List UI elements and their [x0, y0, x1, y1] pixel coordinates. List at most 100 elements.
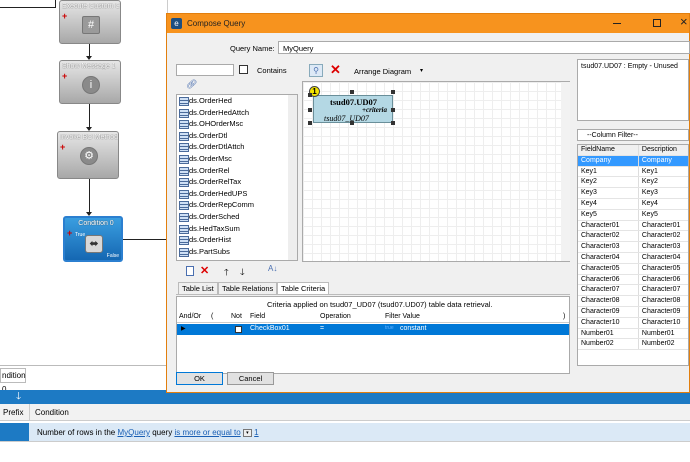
- table-list-item[interactable]: ds.OrderHedUPS: [177, 188, 297, 200]
- table-list-item[interactable]: ds.OrderDtl: [177, 130, 297, 142]
- minimize-icon[interactable]: [613, 23, 621, 24]
- tab-table-criteria[interactable]: Table Criteria: [277, 282, 330, 294]
- bottom-status-strip: [0, 441, 690, 462]
- table-list-item[interactable]: ds.OrderDtlAttch: [177, 141, 297, 153]
- workflow-node-invoke-bo-method[interactable]: Invoke BO Method + ⚙: [57, 131, 119, 179]
- column-row[interactable]: Character01 Character01: [578, 220, 688, 232]
- expand-plus-icon[interactable]: +: [60, 143, 65, 152]
- resize-handle[interactable]: [391, 108, 395, 112]
- table-list-item[interactable]: ds.OrderRel: [177, 165, 297, 177]
- column-row[interactable]: Character07 Character07: [578, 285, 688, 297]
- query-name-input[interactable]: MyQuery: [278, 41, 690, 54]
- contains-checkbox[interactable]: [239, 65, 248, 74]
- condition-row[interactable]: Number of rows in the MyQuery query is m…: [0, 423, 690, 441]
- tab-table-relations[interactable]: Table Relations: [218, 282, 278, 294]
- criteria-column-header: Operation: [320, 313, 351, 320]
- delete-icon[interactable]: ✕: [330, 62, 341, 78]
- column-row[interactable]: Number02 Number02: [578, 339, 688, 351]
- table-list[interactable]: ds.OrderHed ds.OrderHedAttch ds.OHOrderMsc…: [176, 94, 298, 261]
- resize-handle[interactable]: [391, 90, 395, 94]
- table-list-item[interactable]: ds.OrderSched: [177, 211, 297, 223]
- resize-handle[interactable]: [391, 121, 395, 125]
- column-filter-input[interactable]: --Column Filter--: [577, 129, 689, 141]
- diagram-table-node[interactable]: tsud07.UD07 +criteria tsud07_UD07: [313, 95, 393, 123]
- column-row[interactable]: Character03 Character03: [578, 242, 688, 253]
- criteria-header-row: And/Or (Not Field Operation Filter Value): [177, 312, 569, 323]
- column-description: Key1: [641, 167, 658, 175]
- column-row[interactable]: Key5 Key5: [578, 209, 688, 221]
- column-row[interactable]: Character02 Character02: [578, 231, 688, 243]
- expand-plus-icon[interactable]: +: [62, 72, 67, 81]
- table-list-item[interactable]: ds.OrderMsc: [177, 153, 297, 165]
- maximize-icon[interactable]: [653, 19, 661, 27]
- new-document-icon[interactable]: [186, 266, 194, 276]
- diagram-scrollbar[interactable]: [561, 82, 570, 261]
- column-row[interactable]: Character06 Character06: [578, 274, 688, 286]
- workflow-node-condition[interactable]: Condition 0 + True ⬌ False: [63, 216, 123, 262]
- close-icon[interactable]: ×: [680, 15, 688, 29]
- column-fieldname: Character09: [578, 306, 639, 317]
- table-list-scrollbar[interactable]: [288, 95, 297, 260]
- column-row[interactable]: Character04 Character04: [578, 252, 688, 264]
- table-list-item[interactable]: ds.HedTaxSum: [177, 223, 297, 235]
- criteria-grid[interactable]: Criteria applied on tsud07_UD07 (tsud07.…: [176, 296, 570, 374]
- operator-dropdown-icon[interactable]: ▾: [242, 428, 252, 437]
- expand-plus-icon[interactable]: +: [62, 12, 67, 21]
- filter-value-cell[interactable]: constant: [400, 325, 426, 332]
- table-list-item[interactable]: ds.PartSubs: [177, 246, 297, 258]
- column-row[interactable]: Character05 Character05: [578, 263, 688, 275]
- column-row[interactable]: Number01 Number01: [578, 328, 688, 340]
- table-list-item[interactable]: ds.OrderRepComm: [177, 199, 297, 211]
- cancel-button[interactable]: Cancel: [227, 372, 274, 385]
- resize-handle[interactable]: [308, 93, 312, 97]
- column-row[interactable]: Character09 Character09: [578, 306, 688, 318]
- link-icon[interactable]: 🔗︎: [186, 79, 197, 90]
- arrange-diagram-button[interactable]: Arrange Diagram ▾: [350, 65, 428, 77]
- not-checkbox[interactable]: [235, 326, 242, 333]
- resize-handle[interactable]: [350, 90, 354, 94]
- field-cell[interactable]: CheckBox01: [250, 325, 290, 332]
- tab-condition[interactable]: ndition 0: [0, 368, 26, 394]
- column-row[interactable]: Company Company: [578, 155, 688, 167]
- criteria-row[interactable]: ▶ CheckBox01 = true constant: [177, 324, 569, 335]
- query-diagram-canvas[interactable]: tsud07.UD07 +criteria tsud07_UD07 1: [302, 81, 570, 262]
- column-description: Key3: [641, 189, 658, 197]
- resize-handle[interactable]: [308, 121, 312, 125]
- workflow-node-execute-custom-code[interactable]: Execute Custom Co + #: [59, 0, 121, 44]
- column-row[interactable]: Key4 Key4: [578, 198, 688, 210]
- expand-plus-icon[interactable]: +: [67, 229, 72, 238]
- operation-cell[interactable]: =: [320, 325, 324, 332]
- ok-button[interactable]: OK: [176, 372, 223, 385]
- table-list-item[interactable]: ds.OHOrderMsc: [177, 118, 297, 130]
- column-grid[interactable]: FieldName Description Company Company Key1…: [577, 144, 689, 366]
- link-icon[interactable]: ⚲: [309, 64, 323, 77]
- move-up-icon[interactable]: 🡑: [224, 265, 229, 281]
- column-row[interactable]: Key1 Key1: [578, 166, 688, 178]
- value-link[interactable]: 1: [254, 428, 258, 437]
- table-list-item[interactable]: ds.OrderHedAttch: [177, 107, 297, 119]
- table-list-item[interactable]: ds.OrderRelTax: [177, 176, 297, 188]
- dialog-title-bar[interactable]: e Compose Query ×: [167, 14, 689, 33]
- delete-icon[interactable]: ✕: [200, 264, 209, 277]
- table-filter-input[interactable]: [176, 64, 234, 76]
- column-row[interactable]: Key3 Key3: [578, 188, 688, 199]
- column-row[interactable]: Key2 Key2: [578, 177, 688, 189]
- table-list-item[interactable]: ds.OrderHist: [177, 234, 297, 246]
- tab-table-list[interactable]: Table List: [178, 282, 218, 294]
- resize-handle[interactable]: [350, 121, 354, 125]
- operator-link[interactable]: is more or equal to: [174, 428, 240, 437]
- move-down-icon[interactable]: 🡓: [240, 265, 245, 281]
- sort-icon[interactable]: A↓: [268, 264, 277, 273]
- column-fieldname: Company: [578, 155, 639, 166]
- resize-handle[interactable]: [308, 108, 312, 112]
- column-row[interactable]: Character08 Character08: [578, 296, 688, 307]
- query-link[interactable]: MyQuery: [118, 428, 150, 437]
- column-divider: [29, 404, 30, 421]
- row-selector[interactable]: [0, 423, 29, 441]
- column-row[interactable]: Character10 Character10: [578, 317, 688, 329]
- workflow-canvas[interactable]: Execute Custom Co + # Show Message 1 + i…: [0, 0, 168, 345]
- workflow-node-show-message[interactable]: Show Message 1 + i: [59, 60, 121, 104]
- filter-type-cell[interactable]: true: [385, 325, 394, 331]
- arrow-down-icon[interactable]: 🡓: [16, 390, 21, 404]
- table-list-item[interactable]: ds.OrderHed: [177, 95, 297, 107]
